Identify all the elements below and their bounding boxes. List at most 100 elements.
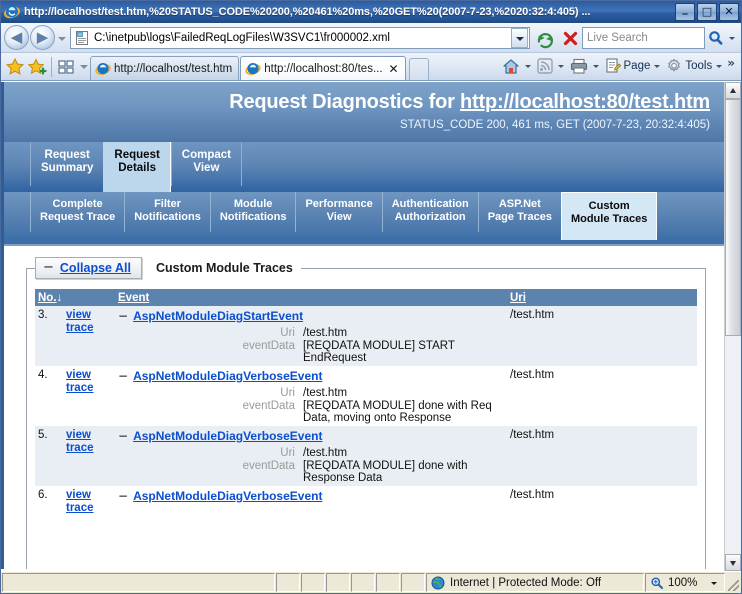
minimize-button[interactable]: _ xyxy=(675,3,695,21)
tab-complete-request-trace[interactable]: Complete Request Trace xyxy=(30,192,124,232)
tab-close-icon[interactable]: ✕ xyxy=(389,63,399,75)
tab-filter-notifications[interactable]: Filter Notifications xyxy=(124,192,210,232)
view-trace-link[interactable]: view trace xyxy=(66,429,94,455)
tab-list-dropdown[interactable] xyxy=(77,55,90,77)
tab-label-line2: View xyxy=(326,211,352,223)
add-favorites-icon[interactable] xyxy=(4,56,26,80)
back-button[interactable]: ◀ xyxy=(4,25,29,50)
status-segment-3 xyxy=(326,573,350,592)
row-number: 3. xyxy=(35,306,63,366)
expand-toggle-icon[interactable]: − xyxy=(118,309,128,323)
gear-icon xyxy=(665,57,683,75)
page-header: Request Diagnostics for http://localhost… xyxy=(1,82,724,142)
search-go-button[interactable] xyxy=(705,28,727,48)
address-bar[interactable]: C:\inetpub\logs\FailedReqLogFiles\W3SVC1… xyxy=(70,26,530,49)
detail-label: Uri xyxy=(280,387,295,399)
event-name-link[interactable]: AspNetModuleDiagVerboseEvent xyxy=(133,369,322,383)
status-segment-2 xyxy=(301,573,325,592)
search-input[interactable]: Live Search xyxy=(587,32,703,44)
browser-tab-label: http://localhost:80/tes... xyxy=(264,62,383,75)
home-button[interactable] xyxy=(499,55,523,77)
secondary-tabs: Complete Request Trace Filter Notificati… xyxy=(1,192,724,240)
event-name-link[interactable]: AspNetModuleDiagStartEvent xyxy=(133,309,303,323)
resize-grip[interactable] xyxy=(725,572,741,593)
event-name-link[interactable]: AspNetModuleDiagVerboseEvent xyxy=(133,489,322,503)
forward-button[interactable]: ▶ xyxy=(30,25,55,50)
back-arrow-icon: ◀ xyxy=(10,28,23,46)
security-zone-indicator[interactable]: Internet | Protected Mode: Off xyxy=(426,573,644,592)
maximize-button[interactable]: □ xyxy=(697,3,717,21)
address-dropdown-button[interactable] xyxy=(511,27,528,48)
view-trace-line1: view xyxy=(66,429,91,441)
fieldset-legend: − Collapse All Custom Module Traces xyxy=(35,257,301,279)
title-bar: http://localhost/test.htm,%20STATUS_CODE… xyxy=(1,1,741,23)
view-trace-link[interactable]: view trace xyxy=(66,489,94,515)
view-trace-cell[interactable]: view trace xyxy=(63,426,115,486)
expand-toggle-icon[interactable]: − xyxy=(118,489,128,503)
home-dropdown[interactable] xyxy=(523,56,534,76)
print-dropdown[interactable] xyxy=(591,56,602,76)
page-menu-dropdown[interactable] xyxy=(652,56,663,76)
tab-aspnet-page-traces[interactable]: ASP.Net Page Traces xyxy=(477,192,561,232)
scrollbar-thumb[interactable] xyxy=(725,99,741,336)
tab-compact-view[interactable]: Compact View xyxy=(170,142,242,186)
page-subtitle: STATUS_CODE 200, 461 ms, GET (2007-7-23,… xyxy=(399,119,710,131)
view-trace-cell[interactable]: view trace xyxy=(63,306,115,366)
new-tab-button[interactable] xyxy=(408,58,429,80)
quick-tabs-icon[interactable] xyxy=(55,56,77,78)
column-header-no[interactable]: No.↓ xyxy=(35,289,115,306)
view-trace-cell[interactable]: view trace xyxy=(63,486,115,516)
tab-custom-module-traces[interactable]: Custom Module Traces xyxy=(560,192,658,240)
tab-authentication-authorization[interactable]: Authentication Authorization xyxy=(381,192,478,232)
tools-menu-dropdown[interactable] xyxy=(714,56,725,76)
event-name-link[interactable]: AspNetModuleDiagVerboseEvent xyxy=(133,429,322,443)
view-trace-line2: trace xyxy=(66,322,94,334)
tab-performance-view[interactable]: Performance View xyxy=(295,192,381,232)
tab-request-summary[interactable]: Request Summary xyxy=(30,142,103,186)
search-box[interactable]: Live Search xyxy=(582,26,705,49)
refresh-button[interactable] xyxy=(533,26,556,49)
search-provider-dropdown[interactable] xyxy=(727,28,738,48)
browser-tab-1[interactable]: http://localhost:80/tes... ✕ xyxy=(240,56,406,80)
tools-menu-button[interactable]: Tools xyxy=(663,55,714,77)
scrollbar-track[interactable] xyxy=(725,99,741,554)
event-cell: − AspNetModuleDiagVerboseEvent Uri /test.… xyxy=(115,366,507,426)
collapse-all-button[interactable]: − Collapse All xyxy=(35,257,142,279)
page-menu-button[interactable]: Page xyxy=(602,55,653,77)
feeds-button[interactable] xyxy=(534,55,556,77)
tab-module-notifications[interactable]: Module Notifications xyxy=(209,192,296,232)
detail-row: eventData [REQDATA MODULE] done with Res… xyxy=(118,460,504,485)
sort-indicator-icon: ↓ xyxy=(56,291,63,304)
magnifier-icon xyxy=(650,576,664,590)
page-scrollbar[interactable] xyxy=(724,82,741,571)
view-trace-link[interactable]: view trace xyxy=(66,309,94,335)
expand-toggle-icon[interactable]: − xyxy=(118,429,128,443)
tab-label-line2: Details xyxy=(118,162,156,174)
view-trace-line2: trace xyxy=(66,442,94,454)
browser-tab-label: http://localhost/test.htm xyxy=(114,62,233,75)
feeds-dropdown[interactable] xyxy=(556,56,567,76)
stop-button[interactable] xyxy=(558,26,581,49)
print-button[interactable] xyxy=(567,55,591,77)
view-trace-link[interactable]: view trace xyxy=(66,369,94,395)
close-button[interactable]: ✕ xyxy=(719,3,739,21)
page-body: − Collapse All Custom Module Traces No.↓ xyxy=(1,246,724,569)
status-segment-4 xyxy=(351,573,375,592)
recent-pages-dropdown[interactable] xyxy=(55,27,68,49)
zoom-dropdown-icon[interactable] xyxy=(710,578,720,588)
favorites-center-icon[interactable] xyxy=(26,56,48,80)
status-segment-5 xyxy=(376,573,400,592)
address-input[interactable]: C:\inetpub\logs\FailedReqLogFiles\W3SVC1… xyxy=(94,32,511,44)
expand-toggle-icon[interactable]: − xyxy=(118,369,128,383)
tab-request-details[interactable]: Request Details xyxy=(103,142,171,192)
event-detail-table: Uri /test.htm eventData [REQDATA MODULE]… xyxy=(118,447,504,485)
scroll-up-button[interactable] xyxy=(725,82,741,99)
page-title-url-link[interactable]: http://localhost:80/test.htm xyxy=(460,91,710,113)
browser-tab-0[interactable]: http://localhost/test.htm xyxy=(90,56,240,80)
command-overflow-icon[interactable]: » xyxy=(725,56,738,76)
zoom-control[interactable]: 100% xyxy=(645,573,725,592)
column-header-uri[interactable]: Uri xyxy=(507,289,697,306)
scroll-down-button[interactable] xyxy=(725,554,741,571)
column-header-event[interactable]: Event xyxy=(115,289,507,306)
view-trace-cell[interactable]: view trace xyxy=(63,366,115,426)
